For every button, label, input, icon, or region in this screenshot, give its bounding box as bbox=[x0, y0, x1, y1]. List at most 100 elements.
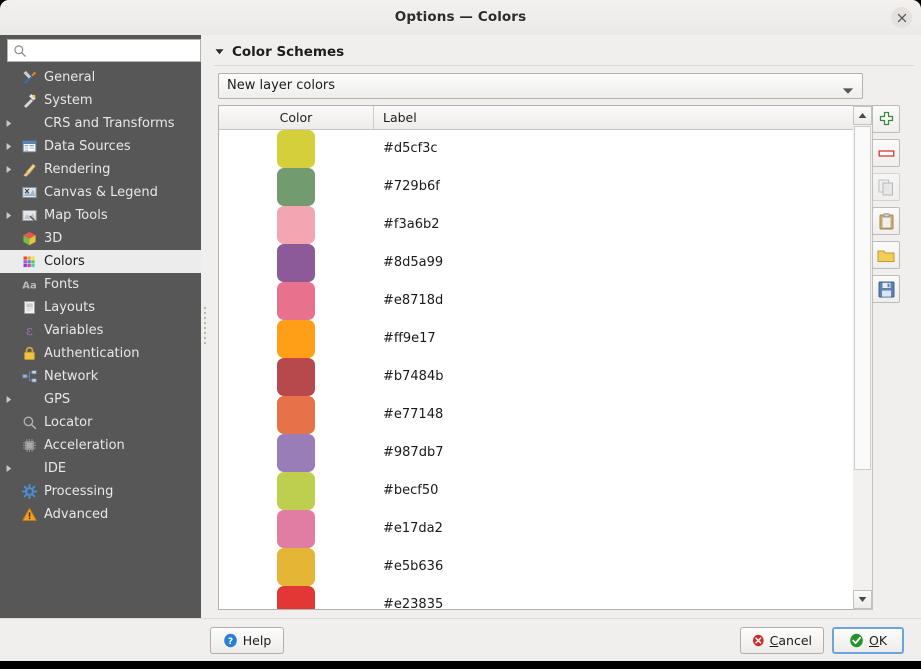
network-icon bbox=[22, 369, 37, 384]
lock-icon bbox=[18, 346, 40, 361]
paste-icon bbox=[878, 213, 895, 230]
sidebar-item-list: General System CRS and Transforms Data Sour… bbox=[0, 66, 201, 618]
chevron-right-icon[interactable] bbox=[0, 464, 18, 473]
sidebar-item-label: System bbox=[40, 93, 92, 108]
chevron-right-icon[interactable] bbox=[0, 211, 18, 220]
color-swatch[interactable] bbox=[277, 434, 315, 472]
table-row[interactable]: #e77148 bbox=[219, 396, 862, 434]
minus-icon bbox=[878, 147, 895, 160]
copy-colors-button[interactable] bbox=[872, 173, 900, 201]
color-label[interactable]: #f3a6b2 bbox=[383, 206, 440, 244]
color-label[interactable]: #e8718d bbox=[383, 282, 443, 320]
color-label[interactable]: #e17da2 bbox=[383, 510, 443, 548]
color-label[interactable]: #b7484b bbox=[383, 358, 443, 396]
sidebar-item-data-sources[interactable]: Data Sources bbox=[0, 135, 201, 158]
color-label[interactable]: #e77148 bbox=[383, 396, 443, 434]
table-icon bbox=[22, 139, 37, 154]
scroll-up-button[interactable] bbox=[853, 106, 872, 125]
table-row[interactable]: #729b6f bbox=[219, 168, 862, 206]
search-input[interactable] bbox=[31, 40, 200, 63]
color-label[interactable]: #8d5a99 bbox=[383, 244, 443, 282]
color-swatch[interactable] bbox=[277, 282, 315, 320]
table-row[interactable]: #8d5a99 bbox=[219, 244, 862, 282]
sidebar-item-locator[interactable]: Locator bbox=[0, 411, 201, 434]
close-icon[interactable] bbox=[891, 7, 912, 28]
color-label[interactable]: #e23835 bbox=[383, 586, 443, 609]
color-swatch[interactable] bbox=[277, 396, 315, 434]
color-swatch[interactable] bbox=[277, 510, 315, 548]
table-row[interactable]: #e8718d bbox=[219, 282, 862, 320]
sidebar-item-3d[interactable]: 3D bbox=[0, 227, 201, 250]
table-row[interactable]: #ff9e17 bbox=[219, 320, 862, 358]
table-row[interactable]: #becf50 bbox=[219, 472, 862, 510]
add-color-button[interactable] bbox=[872, 105, 900, 133]
chevron-right-icon[interactable] bbox=[0, 165, 18, 174]
sidebar-item-canvas-legend[interactable]: Canvas & Legend bbox=[0, 181, 201, 204]
table-row[interactable]: #e23835 bbox=[219, 586, 862, 609]
panel-splitter[interactable] bbox=[201, 35, 208, 618]
sidebar-item-label: 3D bbox=[40, 231, 62, 246]
open-colors-button[interactable] bbox=[872, 241, 900, 269]
sidebar-item-network[interactable]: Network bbox=[0, 365, 201, 388]
color-swatch[interactable] bbox=[277, 548, 315, 586]
table-row[interactable]: #d5cf3c bbox=[219, 130, 862, 168]
remove-color-button[interactable] bbox=[872, 139, 900, 167]
color-schemes-group-header[interactable]: Color Schemes bbox=[214, 41, 344, 63]
table-scrollbar[interactable] bbox=[853, 105, 873, 610]
table-row[interactable]: #e5b636 bbox=[219, 548, 862, 586]
scroll-down-button[interactable] bbox=[853, 590, 872, 609]
sidebar-item-gps[interactable]: GPS bbox=[0, 388, 201, 411]
sidebar-item-crs-and-transforms[interactable]: CRS and Transforms bbox=[0, 112, 201, 135]
layout-icon bbox=[22, 300, 37, 315]
sidebar-item-general[interactable]: General bbox=[0, 66, 201, 89]
table-row[interactable]: #f3a6b2 bbox=[219, 206, 862, 244]
sidebar-item-label: Data Sources bbox=[40, 139, 131, 154]
color-swatch[interactable] bbox=[277, 130, 315, 168]
color-swatch[interactable] bbox=[277, 206, 315, 244]
gear-icon bbox=[22, 484, 37, 499]
color-swatch[interactable] bbox=[277, 358, 315, 396]
color-label[interactable]: #becf50 bbox=[383, 472, 438, 510]
scrollbar-thumb[interactable] bbox=[854, 126, 871, 470]
color-swatch[interactable] bbox=[277, 244, 315, 282]
sidebar-item-label: Map Tools bbox=[40, 208, 108, 223]
table-row[interactable]: #987db7 bbox=[219, 434, 862, 472]
sidebar-item-map-tools[interactable]: Map Tools bbox=[0, 204, 201, 227]
sidebar-item-advanced[interactable]: Advanced bbox=[0, 503, 201, 526]
column-header-color[interactable]: Color bbox=[219, 106, 374, 129]
column-header-label[interactable]: Label bbox=[374, 106, 862, 129]
table-row[interactable]: #b7484b bbox=[219, 358, 862, 396]
sidebar-item-variables[interactable]: εVariables bbox=[0, 319, 201, 342]
color-swatch[interactable] bbox=[277, 586, 315, 609]
sidebar-item-fonts[interactable]: AaFonts bbox=[0, 273, 201, 296]
chevron-right-icon[interactable] bbox=[0, 142, 18, 151]
sidebar-item-label: Variables bbox=[40, 323, 103, 338]
color-label[interactable]: #ff9e17 bbox=[383, 320, 436, 358]
ok-button[interactable]: OK bbox=[832, 627, 904, 654]
color-label[interactable]: #d5cf3c bbox=[383, 130, 438, 168]
help-button[interactable]: ? Help bbox=[210, 627, 284, 654]
sidebar-item-authentication[interactable]: Authentication bbox=[0, 342, 201, 365]
sidebar-item-rendering[interactable]: Rendering bbox=[0, 158, 201, 181]
color-label[interactable]: #729b6f bbox=[383, 168, 440, 206]
search-box[interactable] bbox=[7, 39, 201, 62]
sidebar-item-layouts[interactable]: Layouts bbox=[0, 296, 201, 319]
chevron-right-icon[interactable] bbox=[0, 395, 18, 404]
color-swatch[interactable] bbox=[277, 320, 315, 358]
sidebar-item-ide[interactable]: IDE bbox=[0, 457, 201, 480]
sidebar-item-system[interactable]: System bbox=[0, 89, 201, 112]
color-label[interactable]: #987db7 bbox=[383, 434, 443, 472]
color-swatch[interactable] bbox=[277, 168, 315, 206]
colorgrid-icon bbox=[18, 254, 40, 269]
sidebar-item-acceleration[interactable]: Acceleration bbox=[0, 434, 201, 457]
cancel-button[interactable]: Cancel bbox=[740, 627, 824, 654]
color-swatch[interactable] bbox=[277, 472, 315, 510]
sidebar-item-colors[interactable]: Colors bbox=[0, 250, 201, 273]
color-scheme-select[interactable]: New layer colors bbox=[218, 73, 863, 99]
chevron-right-icon[interactable] bbox=[0, 119, 18, 128]
table-row[interactable]: #e17da2 bbox=[219, 510, 862, 548]
sidebar-item-processing[interactable]: Processing bbox=[0, 480, 201, 503]
paste-colors-button[interactable] bbox=[872, 207, 900, 235]
save-colors-button[interactable] bbox=[872, 275, 900, 303]
color-label[interactable]: #e5b636 bbox=[383, 548, 443, 586]
